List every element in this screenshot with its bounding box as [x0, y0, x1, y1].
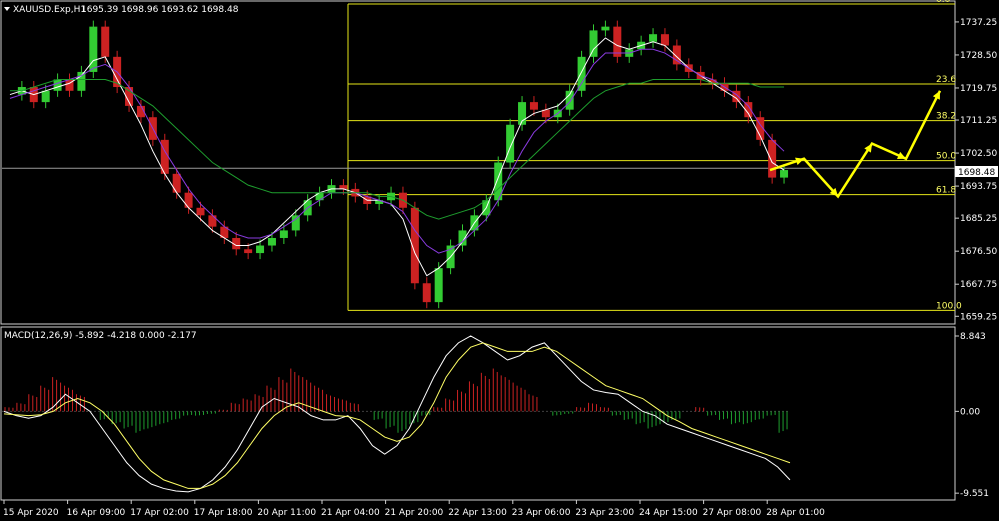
fib-level-label: 38.2	[936, 112, 956, 122]
time-tick-label: 17 Apr 18:00	[194, 508, 253, 518]
time-tick-label: 28 Apr 01:00	[766, 508, 825, 518]
fib-level-label: 50.0	[936, 152, 956, 162]
candle-body	[77, 71, 86, 91]
current-price-label: 1698.48	[958, 168, 995, 178]
time-tick-label: 21 Apr 20:00	[385, 508, 444, 518]
candle-body	[256, 245, 265, 254]
time-tick-label: 16 Apr 09:00	[67, 508, 126, 518]
candle-body	[196, 207, 205, 216]
candle-body	[101, 26, 110, 57]
candle-body	[422, 283, 431, 303]
symbol-label: XAUUSD.Exp,H1	[13, 5, 86, 15]
time-tick-label: 21 Apr 04:00	[321, 508, 380, 518]
candle-body	[172, 173, 181, 193]
candle-body	[649, 34, 658, 42]
time-tick-label: 22 Apr 13:00	[448, 508, 507, 518]
candle-body	[89, 26, 98, 72]
candle-body	[267, 237, 276, 246]
candle-body	[672, 45, 681, 65]
candle-body	[53, 79, 62, 91]
time-tick-label: 23 Apr 23:00	[575, 508, 634, 518]
macd-tick-label: -9.551	[960, 489, 989, 499]
time-tick-label: 17 Apr 02:00	[130, 508, 189, 518]
time-tick-label: 20 Apr 11:00	[257, 508, 316, 518]
time-tick-label: 15 Apr 2020	[3, 508, 59, 518]
candle-body	[780, 170, 789, 178]
fib-level-label: 100.0	[936, 301, 962, 311]
candle-body	[613, 26, 622, 57]
candle-body	[434, 268, 443, 303]
ohlc-readout: 1695.39 1698.96 1693.62 1698.48	[81, 5, 239, 15]
fib-level-label: 23.6	[936, 75, 956, 85]
time-tick-label: 27 Apr 08:00	[703, 508, 762, 518]
price-tick-label: 1728.50	[960, 51, 997, 61]
macd-tick-label: 8.843	[960, 332, 986, 342]
price-tick-label: 1667.75	[960, 280, 997, 290]
price-pane[interactable]	[0, 0, 956, 325]
candle-body	[41, 90, 50, 103]
candle-body	[279, 230, 288, 238]
candle-body	[506, 124, 515, 163]
macd-tick-label: 0.00	[960, 407, 980, 417]
time-tick-label: 23 Apr 06:00	[512, 508, 571, 518]
candle-body	[244, 249, 253, 254]
price-tick-label: 1685.25	[960, 214, 997, 224]
price-tick-label: 1737.25	[960, 18, 997, 28]
candle-body	[339, 185, 348, 189]
price-tick-label: 1702.50	[960, 149, 997, 159]
candle-body	[529, 102, 538, 110]
price-tick-label: 1676.50	[960, 247, 997, 257]
candle-body	[577, 56, 586, 91]
candle-body	[768, 139, 777, 178]
candle-body	[601, 26, 610, 31]
price-tick-label: 1719.75	[960, 84, 997, 94]
candle-body	[291, 215, 300, 231]
trading-chart[interactable]: 0.0 23.6 38.2 50.0 61.8 100.0 1737.25 1728.50 1…	[0, 0, 999, 521]
fib-level-label: 0.0	[936, 0, 951, 5]
price-tick-label: 1711.25	[960, 116, 997, 126]
fib-level-label: 61.8	[936, 186, 956, 196]
candle-body	[315, 192, 324, 201]
macd-label: MACD(12,26,9) -5.892 -4.218 0.000 -2.177	[4, 331, 197, 341]
candle-body	[208, 215, 217, 227]
price-tick-label: 1693.75	[960, 182, 997, 192]
time-tick-label: 24 Apr 15:00	[639, 508, 698, 518]
candle-body	[184, 192, 193, 208]
candle-body	[589, 30, 598, 57]
candle-body	[660, 34, 669, 46]
price-tick-label: 1659.25	[960, 312, 997, 322]
